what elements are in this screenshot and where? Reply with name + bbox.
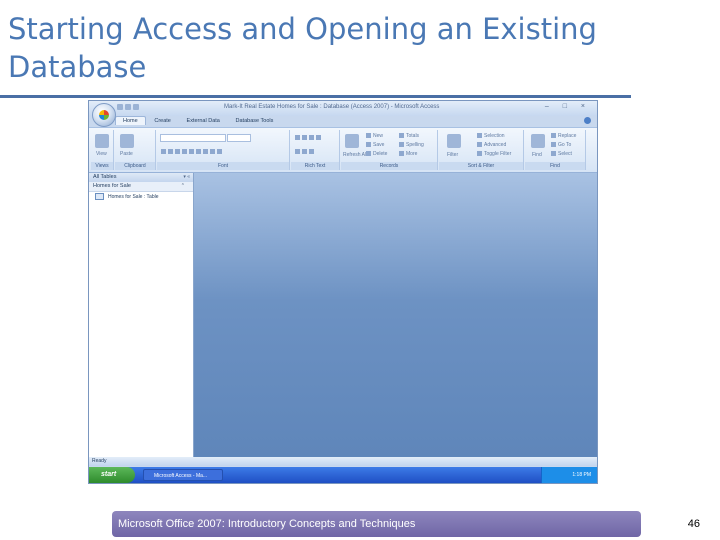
group-rich-text: Rich Text	[291, 130, 340, 170]
window-controls[interactable]: – □ ×	[545, 103, 591, 110]
footer-text: Microsoft Office 2007: Introductory Conc…	[118, 518, 416, 530]
font-format-buttons[interactable]	[161, 149, 224, 155]
selection-button[interactable]: Selection	[484, 133, 505, 139]
group-sort-filter: Filter Selection Advanced Toggle Filter …	[439, 130, 524, 170]
select-button[interactable]: Select	[558, 151, 572, 157]
save-icon[interactable]	[117, 104, 123, 110]
group-views: View Views	[91, 130, 114, 170]
undo-icon[interactable]	[125, 104, 131, 110]
workspace-area	[194, 173, 597, 457]
windows-taskbar: start Microsoft Access - Ma... 1:18 PM	[89, 467, 597, 483]
help-icon[interactable]	[584, 117, 591, 124]
start-button[interactable]: start	[89, 467, 135, 483]
binoculars-icon[interactable]	[531, 134, 545, 148]
table-icon	[95, 193, 104, 201]
group-label-clipboard: Clipboard	[115, 162, 155, 170]
group-label-views: Views	[91, 162, 113, 170]
tab-create[interactable]: Create	[147, 117, 178, 125]
ribbon-tabs: Home Create External Data Database Tools	[115, 116, 280, 127]
status-text: Ready	[92, 458, 107, 464]
font-size-combo[interactable]	[227, 134, 251, 142]
group-label-rich-text: Rich Text	[291, 162, 339, 170]
status-bar: Ready	[89, 457, 597, 466]
totals-button[interactable]: Totals	[406, 133, 419, 139]
quick-access-toolbar[interactable]	[117, 104, 147, 112]
spelling-button[interactable]: Spelling	[406, 142, 424, 148]
refresh-all-button[interactable]: Refresh All	[343, 152, 367, 158]
filter-button[interactable]: Filter	[447, 152, 458, 158]
more-button[interactable]: More	[406, 151, 417, 157]
window-title: Mark-It Real Estate Homes for Sale : Dat…	[224, 104, 440, 110]
tab-home[interactable]: Home	[115, 116, 146, 125]
filter-icon[interactable]	[447, 134, 461, 148]
slide-title: Starting Access and Opening an Existing …	[8, 12, 597, 84]
group-records: Refresh All New Save Delete Totals Spell…	[341, 130, 438, 170]
paste-icon[interactable]	[120, 134, 134, 148]
tab-external-data[interactable]: External Data	[180, 117, 227, 125]
find-button[interactable]: Find	[532, 152, 542, 158]
system-tray: 1:18 PM	[541, 467, 597, 483]
group-label-records: Records	[341, 162, 437, 170]
redo-icon[interactable]	[133, 104, 139, 110]
nav-pane-header[interactable]: All Tables ▾ «	[89, 173, 193, 182]
nav-item-homes-for-sale-table[interactable]: Homes for Sale : Table	[89, 192, 193, 202]
group-font: Font	[157, 130, 290, 170]
refresh-icon[interactable]	[345, 134, 359, 148]
view-icon[interactable]	[95, 134, 109, 148]
navigation-pane: All Tables ▾ « Homes for Sale ⌃ Homes fo…	[89, 173, 194, 457]
office-button-icon[interactable]	[92, 103, 116, 127]
group-clipboard: Paste Clipboard	[115, 130, 156, 170]
title-bar: Mark-It Real Estate Homes for Sale : Dat…	[89, 101, 597, 116]
nav-pane-menu-icon[interactable]: ▾ «	[183, 173, 190, 182]
advanced-button[interactable]: Advanced	[484, 142, 506, 148]
nav-group-homes-for-sale[interactable]: Homes for Sale ⌃	[89, 182, 193, 192]
font-name-combo[interactable]	[160, 134, 226, 142]
taskbar-item-access[interactable]: Microsoft Access - Ma...	[143, 469, 223, 481]
group-label-find: Find	[525, 162, 585, 170]
tab-database-tools[interactable]: Database Tools	[229, 117, 281, 125]
save-record-button[interactable]: Save	[373, 142, 384, 148]
clock: 1:18 PM	[572, 472, 591, 478]
group-find: Find Replace Go To Select Find	[525, 130, 586, 170]
new-record-button[interactable]: New	[373, 133, 383, 139]
title-underline	[0, 95, 631, 98]
group-label-sort-filter: Sort & Filter	[439, 162, 523, 170]
ribbon: View Views Paste Clipboard Font Rich Tex…	[89, 127, 597, 173]
replace-button[interactable]: Replace	[558, 133, 576, 139]
group-label-font: Font	[157, 162, 289, 170]
access-screenshot: Mark-It Real Estate Homes for Sale : Dat…	[88, 100, 598, 484]
view-button[interactable]: View	[96, 151, 107, 157]
collapse-group-icon[interactable]: ⌃	[181, 182, 185, 191]
delete-record-button[interactable]: Delete	[373, 151, 387, 157]
go-to-button[interactable]: Go To	[558, 142, 571, 148]
page-number: 46	[687, 518, 700, 530]
paste-button[interactable]: Paste	[120, 151, 133, 157]
toggle-filter-button[interactable]: Toggle Filter	[484, 151, 511, 157]
